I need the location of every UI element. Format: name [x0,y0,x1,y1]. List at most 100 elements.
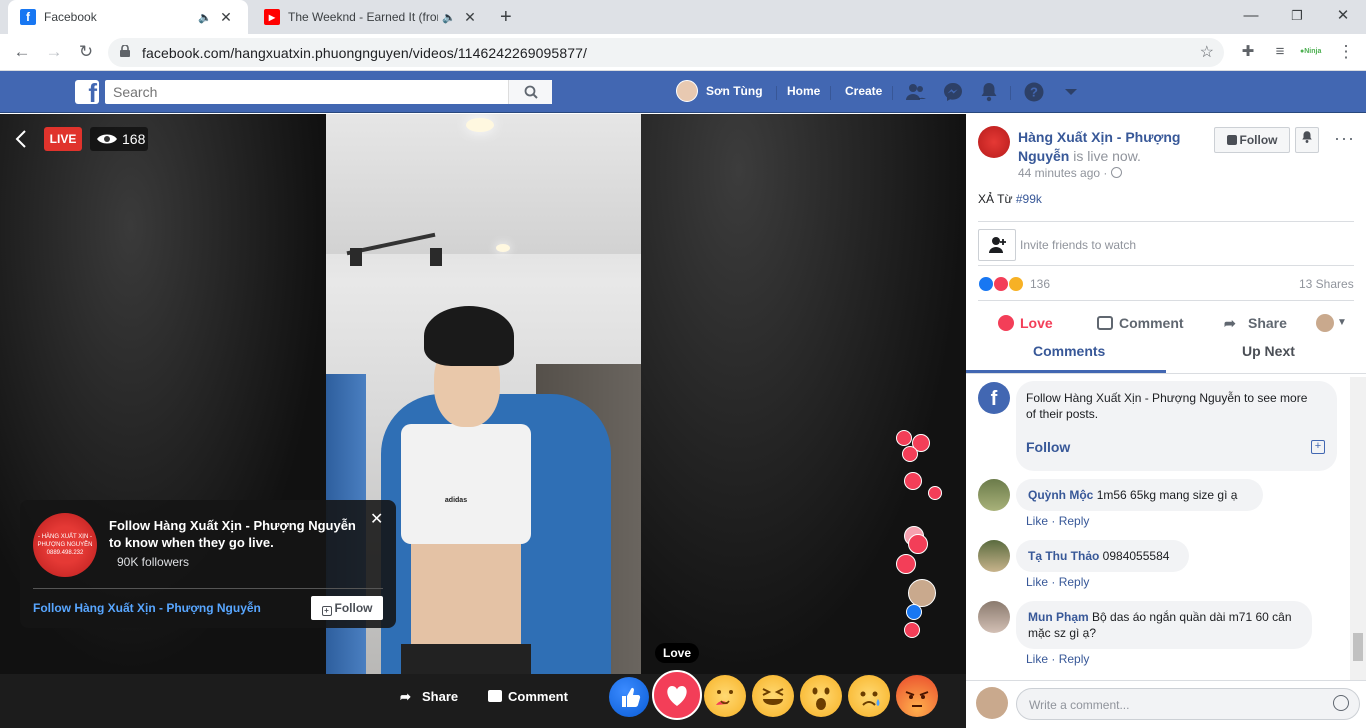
comment-like-link[interactable]: Like [1026,575,1048,589]
close-tab-icon[interactable]: ✕ [218,9,234,26]
close-tab-icon[interactable]: ✕ [462,9,478,26]
viewer-count-value: 168 [122,131,146,147]
commenter-avatar[interactable] [978,601,1010,633]
reaction-count[interactable]: 136 [1030,277,1050,291]
angry-reaction-icon[interactable] [896,675,938,717]
page-avatar[interactable] [978,126,1010,158]
search-input[interactable] [105,80,552,104]
haha-reaction-icon[interactable] [752,675,794,717]
commenter-name[interactable]: Mun Phạm [1028,610,1089,624]
spot-light [350,248,362,266]
forward-icon[interactable]: → [42,40,66,64]
globe-icon [1110,167,1122,178]
love-action-button[interactable]: Love [998,315,1053,331]
sad-reaction-icon[interactable] [848,675,890,717]
share-label: Share [422,689,459,704]
create-link[interactable]: Create [845,84,882,98]
tab-up-next[interactable]: Up Next [1242,343,1295,359]
tab-comments[interactable]: Comments [1033,343,1105,359]
back-arrow-icon[interactable] [12,128,32,150]
bell-icon [1302,131,1312,143]
share-button[interactable]: ➦ Share [400,689,458,705]
follow-page-button[interactable]: Follow [1214,127,1290,153]
post-as-avatar[interactable] [1316,314,1334,332]
more-options-icon[interactable]: ··· [1334,128,1355,149]
bookmark-star-icon[interactable]: ☆ [1200,42,1214,62]
wow-reaction-icon[interactable] [800,675,842,717]
hashtag-link[interactable]: #99k [1016,192,1042,206]
notifications-bell-icon[interactable] [978,81,1000,103]
youtube-favicon-icon: ▶ [264,9,280,25]
love-reaction-icon[interactable] [652,670,702,720]
floating-heart-icon [904,472,922,490]
comment-bubble: Mun Phạm Bộ das áo ngắn quần dài m71 60 … [1016,601,1312,649]
window-close-icon[interactable]: ✕ [1320,4,1366,28]
extensions-icon[interactable]: ✚ [1236,40,1260,64]
write-comment-input[interactable]: Write a comment... [1016,688,1360,720]
tab-facebook[interactable]: f Facebook 🔈 ✕ [8,0,248,34]
messenger-icon[interactable] [942,81,964,103]
like-reaction-icon[interactable] [609,677,649,717]
search-button[interactable] [508,80,552,104]
comment-actions: Like · Reply [1026,575,1090,589]
comment-like-link[interactable]: Like [1026,514,1048,528]
comment-reply-link[interactable]: Reply [1059,652,1090,666]
spot-light [430,248,442,266]
search-icon [524,85,538,99]
user-avatar[interactable] [676,80,698,102]
haha-small-icon [1008,276,1024,292]
share-action-button[interactable]: ➦ Share [1224,315,1287,332]
invite-friends-button[interactable] [978,229,1016,261]
follow-card-plus-icon[interactable]: + [1311,440,1325,454]
back-icon[interactable]: ← [10,40,34,64]
speaker-icon[interactable]: 🔈 [198,11,212,24]
new-tab-icon[interactable]: + [500,6,512,29]
speaker-icon[interactable]: 🔈 [442,11,456,24]
popup-divider [33,588,383,589]
follow-card-link[interactable]: Follow [1026,439,1070,455]
reload-icon[interactable]: ↻ [74,40,98,64]
comment-action-button[interactable]: Comment [1097,315,1184,331]
popup-close-icon[interactable]: ✕ [370,509,383,529]
restore-icon[interactable]: ❐ [1274,4,1320,28]
notify-bell-button[interactable] [1295,127,1319,153]
facebook-avatar-icon: f [978,382,1010,414]
share-count[interactable]: 13 Shares [1299,277,1354,291]
divider [966,373,1366,374]
popup-message: Follow Hàng Xuất Xịn - Phượng Nguyễn to … [109,518,356,550]
nav-divider [1010,86,1011,100]
friend-requests-icon[interactable] [905,81,927,103]
post-as-caret-icon[interactable]: ▼ [1337,317,1347,328]
popup-follow-link[interactable]: Follow Hàng Xuất Xịn - Phượng Nguyễn [33,601,261,615]
address-bar[interactable]: facebook.com/hangxuatxin.phuongnguyen/vi… [108,38,1224,67]
commenter-name[interactable]: Quỳnh Mộc [1028,488,1093,502]
commenter-name[interactable]: Tạ Thu Thảo [1028,549,1099,563]
post-text-prefix: XẢ Từ [978,192,1013,206]
commenter-avatar[interactable] [978,540,1010,572]
comment-reply-link[interactable]: Reply [1059,514,1090,528]
minimize-icon[interactable]: — [1228,4,1274,28]
browser-tab-strip: f Facebook 🔈 ✕ ▶ The Weeknd - Earned It … [0,0,1366,34]
popup-follow-button[interactable]: + Follow [311,596,383,620]
care-reaction-icon[interactable] [704,675,746,717]
divider [978,221,1354,222]
post-time-text[interactable]: 44 minutes ago [1018,166,1100,180]
account-menu-caret-icon[interactable] [1060,81,1082,103]
comment-button[interactable]: Comment [488,689,568,704]
media-control-icon[interactable]: ≡ [1268,40,1292,64]
comment-reply-link[interactable]: Reply [1059,575,1090,589]
comment-action-label: Comment [1119,315,1184,331]
menu-icon[interactable]: ⋮ [1334,40,1358,64]
scrollbar-thumb[interactable] [1353,633,1363,661]
facebook-logo-icon[interactable]: f [75,80,99,104]
help-icon[interactable]: ? [1023,81,1045,103]
home-link[interactable]: Home [787,84,820,98]
user-name-link[interactable]: Sơn Tùng [706,84,763,98]
commenter-avatar[interactable] [978,479,1010,511]
emoji-icon[interactable] [1333,695,1349,711]
ninja-extension-icon[interactable]: ●Ninja [1300,44,1324,60]
invite-text[interactable]: Invite friends to watch [1020,238,1136,252]
page-avatar[interactable]: - HÀNG XUẤT XỊN - PHƯỢNG NGUYỄN 0889.498… [33,513,97,577]
comment-like-link[interactable]: Like [1026,652,1048,666]
tab-youtube[interactable]: ▶ The Weeknd - Earned It (from 🔈 ✕ [252,0,492,34]
